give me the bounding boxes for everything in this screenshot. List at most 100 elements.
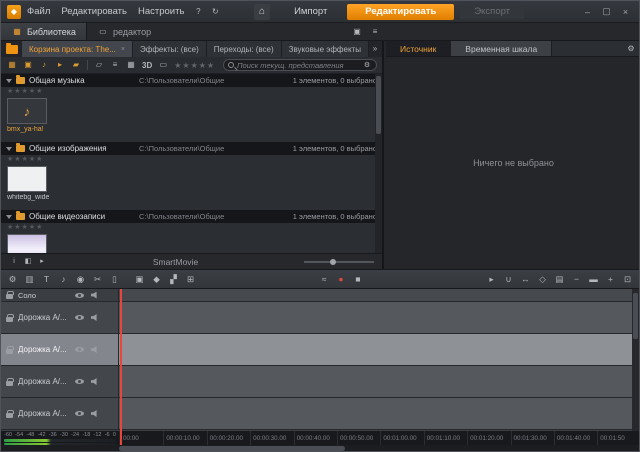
timeline-vertical-scrollbar[interactable] <box>632 289 639 431</box>
view-3d-button[interactable]: 3D <box>142 61 152 70</box>
playhead[interactable] <box>120 289 122 445</box>
thumbnail-view-icon[interactable]: ▦ <box>125 59 137 71</box>
track-content[interactable] <box>119 398 639 429</box>
rating-stars[interactable]: ★★★★★ <box>1 155 382 164</box>
projects-icon[interactable]: ▰ <box>70 59 82 71</box>
track-content[interactable] <box>119 302 639 333</box>
editor-toggle[interactable]: ▭ редактор <box>87 26 161 38</box>
timeline-scrollbar[interactable] <box>1 445 639 452</box>
search-input[interactable] <box>237 61 359 70</box>
preview-settings-icon[interactable]: ⚙ <box>625 43 637 55</box>
track-header[interactable]: Дорожка А/... <box>1 302 119 333</box>
tab-timeline[interactable]: Временная шкала <box>451 41 552 56</box>
help-icon[interactable]: ? <box>192 6 204 18</box>
rating-stars[interactable]: ★★★★★ <box>1 223 382 232</box>
video-thumbnail[interactable] <box>7 234 47 253</box>
video-monitor-icon[interactable] <box>75 293 84 298</box>
track-header[interactable]: Дорожка А/... <box>1 334 119 365</box>
asset-video[interactable] <box>7 234 57 253</box>
library-scrollbar[interactable] <box>375 74 382 253</box>
audio-filter-icon[interactable]: ♪ <box>38 59 50 71</box>
trash-icon[interactable]: ▯ <box>108 273 121 286</box>
title-editor-icon[interactable]: T <box>40 273 53 286</box>
audio-monitor-icon[interactable] <box>91 292 99 299</box>
close-button[interactable]: × <box>620 7 631 17</box>
video-monitor-icon[interactable] <box>75 315 84 320</box>
export-button[interactable]: Экспорт <box>460 4 524 19</box>
fit-project-icon[interactable]: ⊡ <box>621 273 634 286</box>
thumbnail-size-slider[interactable] <box>304 257 374 267</box>
collapse-icon[interactable] <box>6 79 12 83</box>
stop-icon[interactable]: ■ <box>352 273 365 286</box>
timeline-settings-icon[interactable]: ⚙ <box>6 273 19 286</box>
menu-item[interactable]: Редактировать <box>61 6 127 17</box>
audio-mixer-icon[interactable]: ▥ <box>23 273 36 286</box>
snapshot-icon[interactable]: ▣ <box>133 273 146 286</box>
timeline-ruler[interactable]: -60-54-48-42-36-30-24-18-12-60 00:0000:0… <box>1 431 639 445</box>
audio-monitor-icon[interactable] <box>91 314 99 321</box>
collections-icon[interactable]: ▦ <box>6 59 18 71</box>
ripple-icon[interactable]: ↔ <box>519 273 532 286</box>
track-size-icon[interactable]: ▤ <box>553 273 566 286</box>
image-thumbnail[interactable] <box>7 166 47 192</box>
voiceover-icon[interactable]: ◉ <box>74 273 87 286</box>
keyframe-icon[interactable]: ◇ <box>536 273 549 286</box>
track-header[interactable]: Дорожка А/... <box>1 398 119 429</box>
refresh-icon[interactable]: ↻ <box>209 6 221 18</box>
collapse-icon[interactable] <box>6 147 12 151</box>
group-header[interactable]: Общие видеозаписи C:\Пользователи\Общие … <box>1 210 382 223</box>
music-thumbnail[interactable]: ♪ <box>7 98 47 124</box>
library-workspace-tab[interactable]: ▦ Библиотека <box>1 23 87 40</box>
video-filter-icon[interactable]: ▸ <box>54 59 66 71</box>
subproject-icon[interactable]: ⊞ <box>184 273 197 286</box>
transition-icon[interactable]: ▞ <box>167 273 180 286</box>
lock-icon[interactable] <box>6 413 13 418</box>
video-monitor-icon[interactable] <box>75 411 84 416</box>
zoom-in-icon[interactable]: + <box>604 273 617 286</box>
smartmovie-button[interactable]: SmartMovie <box>153 257 198 267</box>
scenes-icon[interactable]: ▸ <box>37 257 47 267</box>
scrollbar-handle[interactable] <box>376 76 381 134</box>
search-box[interactable]: ⚙ <box>223 59 377 71</box>
razor-icon[interactable]: ✂ <box>91 273 104 286</box>
tabs-scroll-right-icon[interactable]: » <box>369 43 381 55</box>
search-settings-icon[interactable]: ⚙ <box>362 60 372 70</box>
edit-mode-icon[interactable]: ▸ <box>485 273 498 286</box>
minimize-button[interactable]: – <box>582 7 593 17</box>
lock-icon[interactable] <box>6 381 13 386</box>
maximize-button[interactable]: ▢ <box>601 6 612 17</box>
track-content[interactable] <box>119 366 639 397</box>
list-view-icon[interactable]: ≡ <box>109 59 121 71</box>
lock-icon[interactable] <box>6 349 13 354</box>
info-icon[interactable]: i <box>9 257 19 267</box>
audio-scrub-icon[interactable]: ≈ <box>318 273 331 286</box>
group-header[interactable]: Общие изображения C:\Пользователи\Общие … <box>1 142 382 155</box>
audio-monitor-icon[interactable] <box>91 346 99 353</box>
track-header[interactable]: Дорожка А/... <box>1 366 119 397</box>
lock-icon[interactable] <box>6 317 13 322</box>
tab-source[interactable]: Источник <box>386 41 451 56</box>
asset-image[interactable]: whitebg_wide <box>7 166 57 210</box>
rating-stars[interactable]: ★★★★★ <box>1 87 382 96</box>
video-monitor-icon[interactable] <box>75 379 84 384</box>
slider-knob[interactable] <box>330 259 336 265</box>
asset-music[interactable]: ♪ bmx_ya-ha! <box>7 98 57 142</box>
edit-mode-button[interactable]: Редактировать <box>347 4 454 20</box>
tab-transitions[interactable]: Переходы: (все) <box>207 41 282 57</box>
tab-close-icon[interactable]: × <box>121 46 125 53</box>
audio-monitor-icon[interactable] <box>91 378 99 385</box>
import-button[interactable]: Импорт <box>280 4 341 19</box>
tab-sound-effects[interactable]: Звуковые эффекты <box>282 41 369 57</box>
menu-item[interactable]: Настроить <box>138 6 184 17</box>
track-content[interactable] <box>119 289 639 301</box>
video-monitor-icon[interactable] <box>75 347 84 352</box>
group-header[interactable]: Общая музыка C:\Пользователи\Общие 1 эле… <box>1 74 382 87</box>
panel-menu-icon[interactable]: ≡ <box>369 26 381 38</box>
scorefitter-icon[interactable]: ♪ <box>57 273 70 286</box>
marker-icon[interactable]: ◆ <box>150 273 163 286</box>
scrollbar-handle[interactable] <box>633 293 638 339</box>
folder-view-icon[interactable]: ▱ <box>93 59 105 71</box>
scrollbar-handle[interactable] <box>119 446 345 451</box>
undock-panel-icon[interactable]: ▣ <box>351 26 363 38</box>
photos-icon[interactable]: ▣ <box>22 59 34 71</box>
